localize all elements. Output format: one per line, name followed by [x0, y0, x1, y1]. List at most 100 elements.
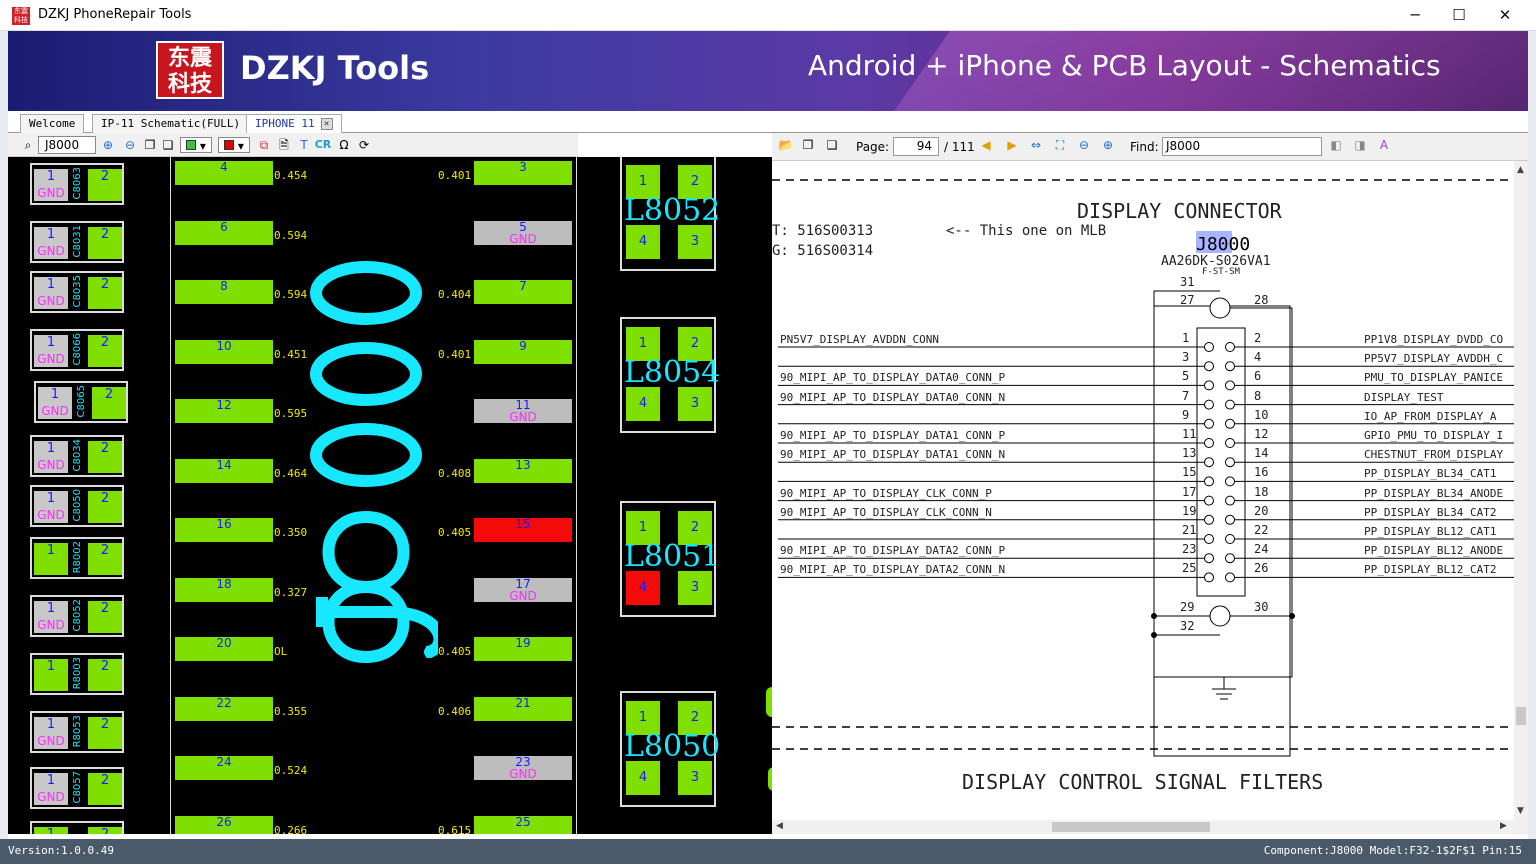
net-name[interactable]: 90_MIPI_AP_TO_DISPLAY_CLK_CONN_P	[780, 487, 992, 500]
zoom-in-icon[interactable]: ⊕	[1100, 137, 1116, 153]
zoom-out-icon[interactable]: ⊖	[122, 137, 138, 153]
connector-pad[interactable]: 13	[474, 458, 572, 483]
capacitor[interactable]: 1 GND C8052 2	[30, 595, 124, 637]
capacitor[interactable]: 1 GND C8035 2	[30, 271, 124, 313]
net-name[interactable]: 90_MIPI_AP_TO_DISPLAY_DATA2_CONN_P	[780, 544, 1005, 557]
connector-pad[interactable]: 25	[474, 815, 572, 834]
capacitor[interactable]: 12	[30, 821, 124, 834]
connector-pad[interactable]: 6	[175, 220, 273, 245]
tab-ip11-schematic[interactable]: IP-11 Schematic(FULL)	[92, 114, 250, 133]
connector-pad[interactable]: 9	[474, 339, 572, 364]
net-name[interactable]: PP_DISPLAY_BL12_CAT2	[1364, 563, 1496, 576]
capacitor[interactable]: 1 R8003 2	[30, 653, 124, 695]
scroll-right-icon[interactable]: ▶	[1500, 821, 1507, 831]
net-name[interactable]: PP5V7_DISPLAY_AVDDH_C	[1364, 352, 1503, 365]
connector-pad[interactable]: 5 GND	[474, 220, 572, 245]
tab-welcome[interactable]: Welcome	[20, 114, 85, 133]
connector-pad[interactable]: 20	[175, 637, 273, 661]
find-next-icon[interactable]: ◨	[1352, 137, 1368, 153]
connector-pad[interactable]: 16	[175, 518, 273, 542]
net-name[interactable]: 90_MIPI_AP_TO_DISPLAY_CLK_CONN_N	[780, 506, 992, 519]
tab-close-icon[interactable]: ✕	[320, 118, 333, 130]
capacitor[interactable]: 1 GND R8053 2	[30, 711, 124, 753]
capacitor[interactable]: 1 GND C8065 2	[34, 381, 128, 423]
page-number-input[interactable]: 94	[893, 137, 939, 156]
copy-page-icon[interactable]: ❐	[800, 137, 816, 153]
copy-icon[interactable]: ❐	[142, 137, 158, 153]
find-input[interactable]: J8000	[1162, 137, 1322, 156]
fit-page-icon[interactable]: ⛶	[1052, 137, 1068, 153]
cr-button[interactable]: CR	[314, 137, 332, 153]
layer-icon[interactable]: ⧉	[256, 137, 272, 153]
capacitor[interactable]: 1 GND C8034 2	[30, 435, 124, 477]
connector-pad[interactable]: 8	[175, 280, 273, 304]
prev-page-icon[interactable]: ◀	[978, 137, 994, 153]
match-case-icon[interactable]: A	[1376, 137, 1392, 153]
inductor[interactable]: 1 2 4 3 L8052	[620, 157, 720, 271]
capacitor[interactable]: 1 GND C8066 2	[30, 329, 124, 371]
net-name[interactable]: 90_MIPI_AP_TO_DISPLAY_DATA0_CONN_P	[780, 371, 1005, 384]
connector-pad[interactable]: 3	[474, 161, 572, 185]
connector-pad[interactable]: 19	[474, 637, 572, 661]
connector-pad[interactable]: 14	[175, 458, 273, 483]
capacitor[interactable]: 1 GND C8031 2	[30, 221, 124, 263]
connector-pad[interactable]: 17 GND	[474, 577, 572, 602]
scroll-left-icon[interactable]: ◀	[776, 821, 783, 831]
net-name[interactable]: PMU_TO_DISPLAY_PANICE	[1364, 371, 1503, 384]
find-prev-icon[interactable]: ◧	[1328, 137, 1344, 153]
vertical-scroll-thumb[interactable]	[1516, 707, 1526, 725]
net-name[interactable]: 90_MIPI_AP_TO_DISPLAY_DATA2_CONN_N	[780, 563, 1005, 576]
ohm-icon[interactable]: Ω	[336, 137, 352, 153]
net-name[interactable]: DISPLAY_TEST	[1364, 391, 1443, 404]
net-name[interactable]: 90_MIPI_AP_TO_DISPLAY_DATA1_CONN_P	[780, 429, 1005, 442]
net-name[interactable]: PP_DISPLAY_BL12_CAT1	[1364, 525, 1496, 538]
document-icon[interactable]: 🗎	[276, 137, 292, 153]
connector-pad[interactable]: 23 GND	[474, 756, 572, 780]
schematic-view[interactable]: DISPLAY CONNECTOR T: 516S00313 G: 516S00…	[772, 161, 1514, 820]
connector-pad[interactable]: 24	[175, 756, 273, 780]
net-name[interactable]: PP_DISPLAY_BL34_ANODE	[1364, 487, 1503, 500]
search-icon[interactable]: ⌕	[20, 137, 36, 153]
inductor[interactable]: 1 2 4 3 L8051	[620, 501, 720, 617]
net-name[interactable]: PN5V7_DISPLAY_AVDDN_CONN	[780, 333, 939, 346]
next-page-icon[interactable]: ▶	[1004, 137, 1020, 153]
open-icon[interactable]: 📂	[778, 137, 794, 153]
maximize-button[interactable]: ☐	[1436, 0, 1482, 31]
connector-pad[interactable]: 12	[175, 399, 273, 423]
vertical-scrollbar[interactable]: ▲ ▼	[1514, 161, 1528, 820]
net-name[interactable]: CHESTNUT_FROM_DISPLAY	[1364, 448, 1503, 461]
connector-pad[interactable]: 11 GND	[474, 399, 572, 423]
pcb-view[interactable]: 1 GND C8063 2 1 GND C8031 2 1 GND C8035 2 1 GND C8066 2…	[8, 157, 772, 834]
connector-pad[interactable]: 7	[474, 280, 572, 304]
connector-pad[interactable]: 22	[175, 696, 273, 721]
net-name[interactable]: 90_MIPI_AP_TO_DISPLAY_DATA1_CONN_N	[780, 448, 1005, 461]
zoom-out-icon[interactable]: ⊖	[1076, 137, 1092, 153]
capacitor[interactable]: 1 GND C8057 2	[30, 767, 124, 809]
scroll-up-icon[interactable]: ▲	[1517, 165, 1524, 175]
color-picker-green[interactable]: ▾	[180, 137, 212, 153]
component-search-input[interactable]: J8000	[38, 136, 96, 154]
color-picker-red[interactable]: ▾	[218, 137, 250, 153]
text-icon[interactable]: T	[296, 137, 312, 153]
refresh-icon[interactable]: ⟳	[356, 137, 372, 153]
net-name[interactable]: GPIO_PMU_TO_DISPLAY_I	[1364, 429, 1503, 442]
connector-pad[interactable]: 18	[175, 577, 273, 602]
fit-width-icon[interactable]: ⇔	[1028, 137, 1044, 153]
inductor[interactable]: 1 2 4 3 L8050	[620, 691, 720, 807]
zoom-in-icon[interactable]: ⊕	[100, 137, 116, 153]
net-name[interactable]: PP_DISPLAY_BL34_CAT2	[1364, 506, 1496, 519]
connector-pad[interactable]: 21	[474, 696, 572, 721]
close-button[interactable]: ✕	[1482, 0, 1528, 31]
net-name[interactable]: PP_DISPLAY_BL34_CAT1	[1364, 467, 1496, 480]
connector-pad[interactable]: 4	[175, 161, 273, 185]
connector-pad[interactable]: 10	[175, 339, 273, 364]
inductor[interactable]: 1 2 4 3 L8054	[620, 317, 720, 433]
paste-page-icon[interactable]: ❏	[824, 137, 840, 153]
minimize-button[interactable]: ─	[1392, 0, 1438, 31]
paste-icon[interactable]: ❏	[160, 137, 176, 153]
connector-pad[interactable]: 26	[175, 815, 273, 834]
tab-iphone11[interactable]: IPHONE 11 ✕	[246, 114, 342, 133]
net-name[interactable]: IO_AP_FROM_DISPLAY_A	[1364, 410, 1496, 423]
net-name[interactable]: PP_DISPLAY_BL12_ANODE	[1364, 544, 1503, 557]
horizontal-scrollbar[interactable]: ◀ ▶	[772, 820, 1528, 834]
